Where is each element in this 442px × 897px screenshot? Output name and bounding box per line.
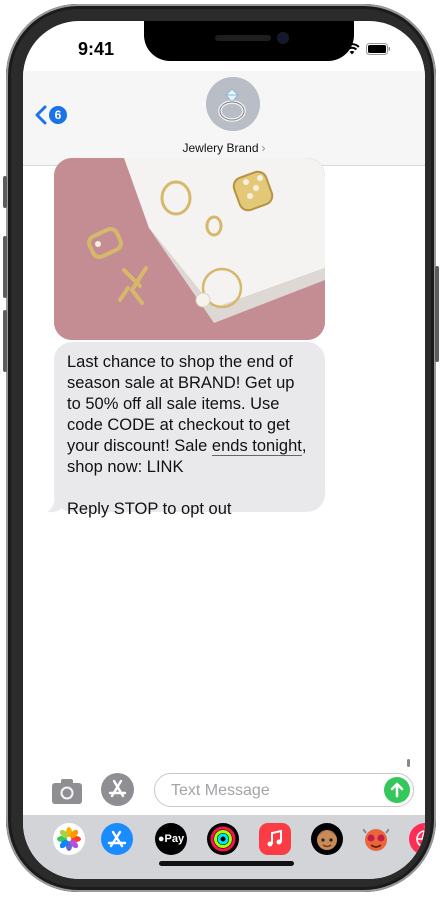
message-input-field[interactable] (154, 773, 414, 808)
back-button[interactable]: 6 (35, 105, 67, 125)
volume-down-button (3, 310, 7, 372)
message-bubble[interactable]: Last chance to shop the end of season sa… (54, 342, 325, 518)
app-store-app-icon[interactable] (101, 823, 133, 855)
camera-icon[interactable] (51, 777, 83, 805)
globe-icon (416, 830, 425, 848)
send-button[interactable] (384, 777, 410, 803)
apple-pay-label: ●Pay (157, 833, 185, 845)
contact-name-button[interactable]: Jewlery Brand › (23, 141, 425, 155)
status-icons (320, 43, 391, 55)
activity-icon[interactable] (207, 823, 239, 855)
front-camera (277, 32, 289, 44)
notch (144, 21, 354, 61)
web-images-icon[interactable] (409, 823, 425, 855)
contact-name-label: Jewlery Brand (182, 141, 259, 155)
message-body: Last chance to shop the end of season sa… (67, 352, 312, 478)
apple-pay-text: Pay (164, 833, 185, 845)
app-store-icon (108, 779, 127, 798)
app-store-glyph-icon (107, 830, 127, 848)
chevron-right-icon: › (261, 141, 266, 155)
compose-bar (23, 773, 425, 813)
wifi-icon (344, 43, 360, 55)
app-store-button[interactable] (101, 773, 134, 806)
battery-icon (366, 43, 390, 55)
animoji-icon[interactable] (360, 823, 392, 855)
jewelry-photo (54, 158, 325, 340)
conversation-header: 6 Jewlery Brand › (23, 71, 425, 166)
animoji-face-icon (362, 828, 390, 851)
unread-count-badge: 6 (49, 106, 67, 124)
power-button (435, 266, 439, 362)
music-note-icon (267, 829, 282, 847)
optout-text: Reply STOP to opt out (67, 500, 232, 518)
home-indicator[interactable] (159, 861, 294, 866)
phone-screen: 6 Jewlery Brand › 9:41 Last chance to sh… (23, 21, 425, 879)
phone-frame: 6 Jewlery Brand › 9:41 Last chance to sh… (3, 4, 439, 892)
arrow-up-icon (390, 782, 404, 798)
jewelry-image[interactable] (54, 158, 325, 340)
memoji-face-icon (317, 830, 337, 850)
music-icon[interactable] (259, 823, 291, 855)
apple-pay-icon[interactable]: ●Pay (155, 823, 187, 855)
volume-up-button (3, 236, 7, 298)
mute-switch (3, 176, 7, 208)
photos-icon[interactable] (53, 823, 85, 855)
activity-rings-icon (210, 826, 236, 852)
status-time: 9:41 (78, 39, 115, 59)
contact-avatar[interactable] (206, 77, 260, 131)
memoji-icon[interactable] (311, 823, 343, 855)
ring-icon (206, 77, 260, 131)
date-link[interactable]: ends tonight (211, 437, 302, 456)
bubble-tail (47, 495, 61, 513)
chevron-left-icon (35, 105, 47, 125)
imessage-app-drawer: ●Pay (23, 815, 425, 879)
photos-flower-icon (57, 827, 81, 851)
scroll-indicator[interactable] (407, 759, 410, 767)
message-input[interactable] (169, 774, 383, 808)
speaker (215, 35, 271, 41)
cellular-signal-icon (320, 43, 338, 55)
